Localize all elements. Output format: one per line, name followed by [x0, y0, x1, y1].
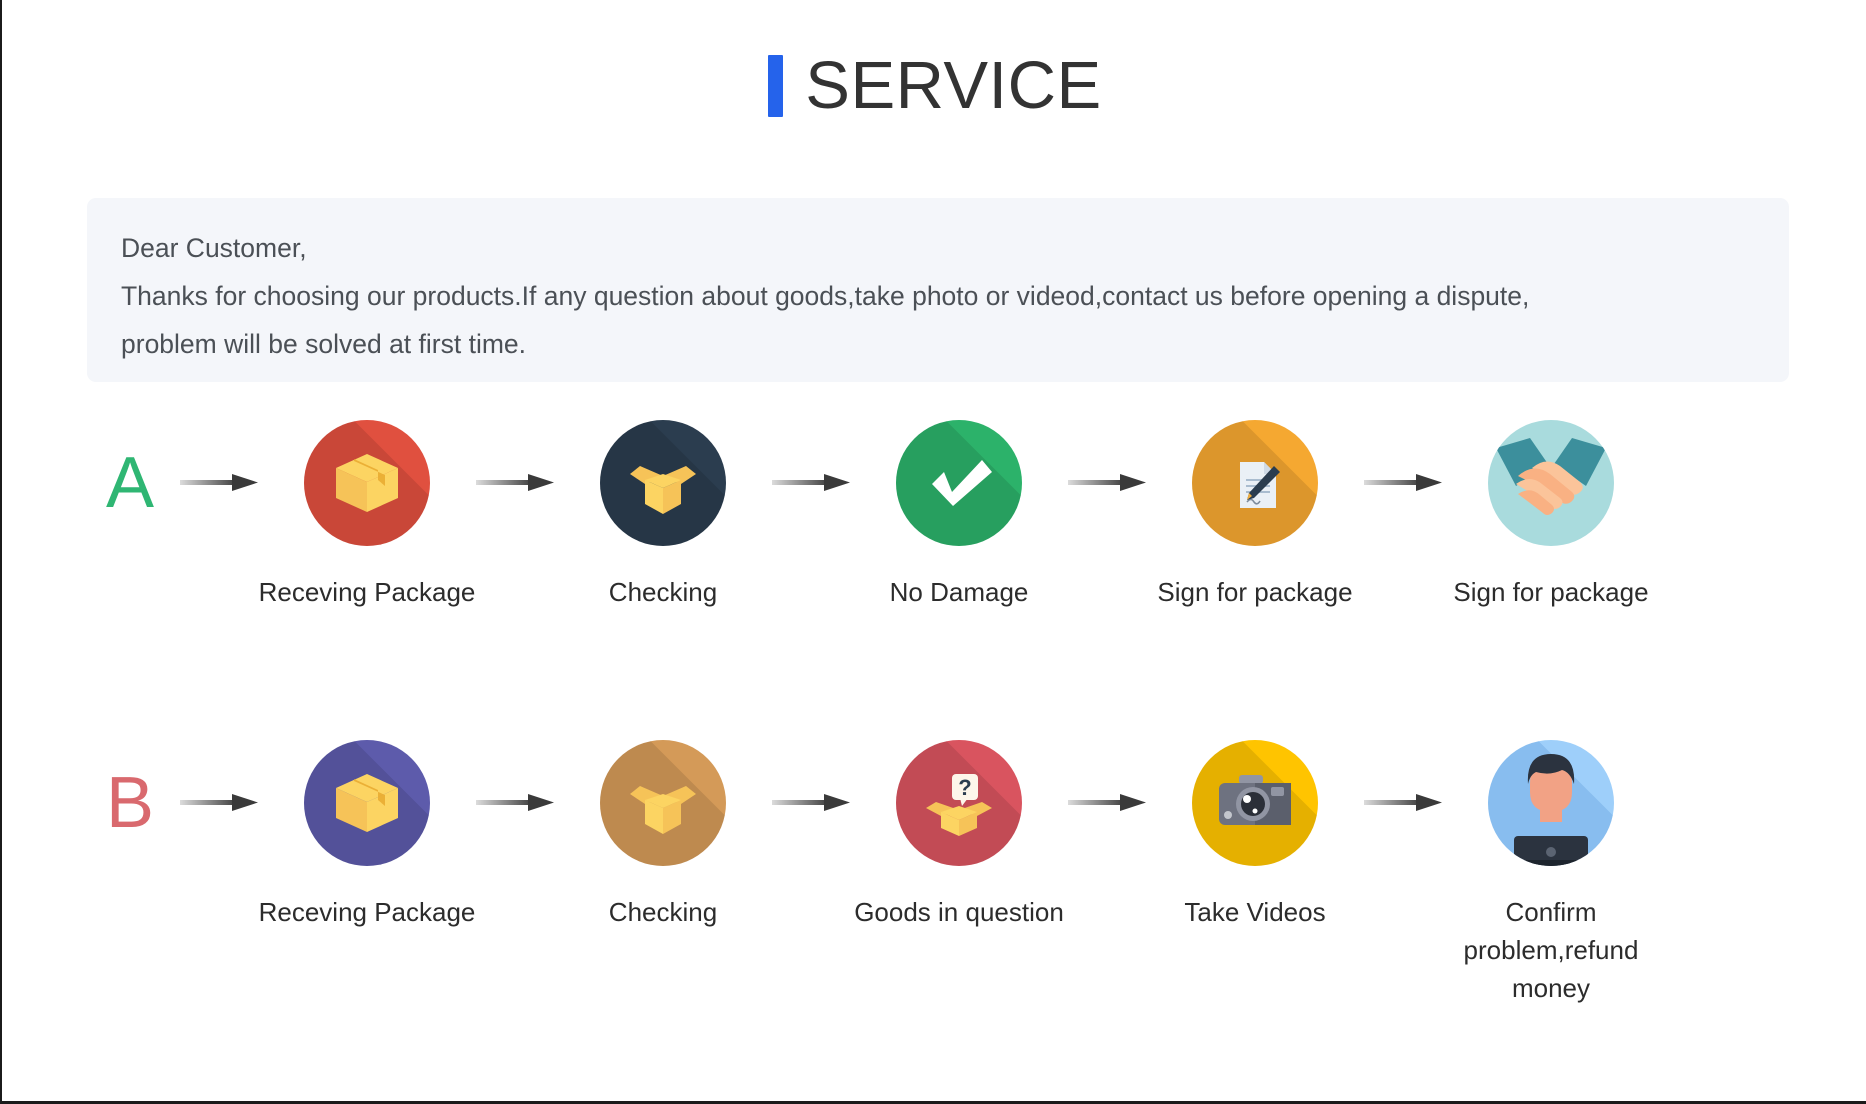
flow-step-a-4: Sign for package [1153, 420, 1357, 611]
flow-step-a-5: Sign for package [1449, 420, 1653, 611]
open-box-icon [600, 740, 726, 866]
right-arrow-icon [1061, 740, 1153, 866]
flow-step-label: Goods in question [854, 897, 1064, 927]
right-arrow-icon [469, 420, 561, 546]
flow-step-a-3: No Damage [857, 420, 1061, 611]
check-mark-icon [896, 420, 1022, 546]
flow-label-a: A [105, 443, 155, 523]
flow-row-a: A Receving Package Checking No Damage Si… [87, 420, 1797, 611]
flow-row-b: B Receving Package Checking ? Goods in q… [87, 740, 1797, 1007]
flow-label-b: B [105, 763, 155, 843]
right-arrow-icon [765, 740, 857, 866]
flow-step-a-2: Checking [561, 420, 765, 611]
flow-step-label: Checking [608, 897, 718, 927]
flow-step-label: Take Videos [1184, 897, 1326, 927]
service-page: SERVICE Dear Customer, Thanks for choosi… [0, 0, 1866, 1104]
right-arrow-icon [173, 740, 265, 866]
package-box-icon [304, 740, 430, 866]
open-box-icon [600, 420, 726, 546]
flow-step-b-4: Take Videos [1153, 740, 1357, 931]
flow-step-b-3: ? Goods in question [854, 740, 1064, 931]
notice-line-1: Dear Customer, [121, 233, 307, 263]
support-agent-icon [1488, 740, 1614, 866]
flow-step-label: Sign for package [1453, 577, 1649, 607]
flow-step-b-1: Receving Package [259, 740, 475, 931]
page-title-text: SERVICE [805, 48, 1102, 123]
title-accent-bar [768, 54, 784, 117]
customer-notice-box: Dear Customer, Thanks for choosing our p… [87, 198, 1789, 382]
right-arrow-icon [173, 420, 265, 546]
flow-step-label: No Damage [889, 577, 1029, 607]
package-box-icon [304, 420, 430, 546]
camera-icon [1192, 740, 1318, 866]
flow-step-b-2: Checking [561, 740, 765, 931]
right-arrow-icon [765, 420, 857, 546]
flow-step-b-5: Confirm problem,refund money [1449, 740, 1653, 1007]
page-title: SERVICE [2, 52, 1866, 119]
handshake-icon [1488, 420, 1614, 546]
right-arrow-icon [1357, 420, 1449, 546]
svg-text:?: ? [958, 775, 971, 800]
right-arrow-icon [1061, 420, 1153, 546]
notice-line-2: Thanks for choosing our products.If any … [121, 281, 1530, 311]
flow-step-label: Checking [608, 577, 718, 607]
right-arrow-icon [1357, 740, 1449, 866]
document-pen-icon [1192, 420, 1318, 546]
flow-step-a-1: Receving Package [259, 420, 475, 611]
flow-step-label: Sign for package [1157, 577, 1353, 607]
question-box-icon: ? [896, 740, 1022, 866]
flow-step-label: Confirm problem,refund money [1463, 897, 1639, 1003]
notice-line-3: problem will be solved at first time. [121, 329, 527, 359]
flow-step-label: Receving Package [258, 577, 476, 607]
right-arrow-icon [469, 740, 561, 866]
flow-step-label: Receving Package [258, 897, 476, 927]
